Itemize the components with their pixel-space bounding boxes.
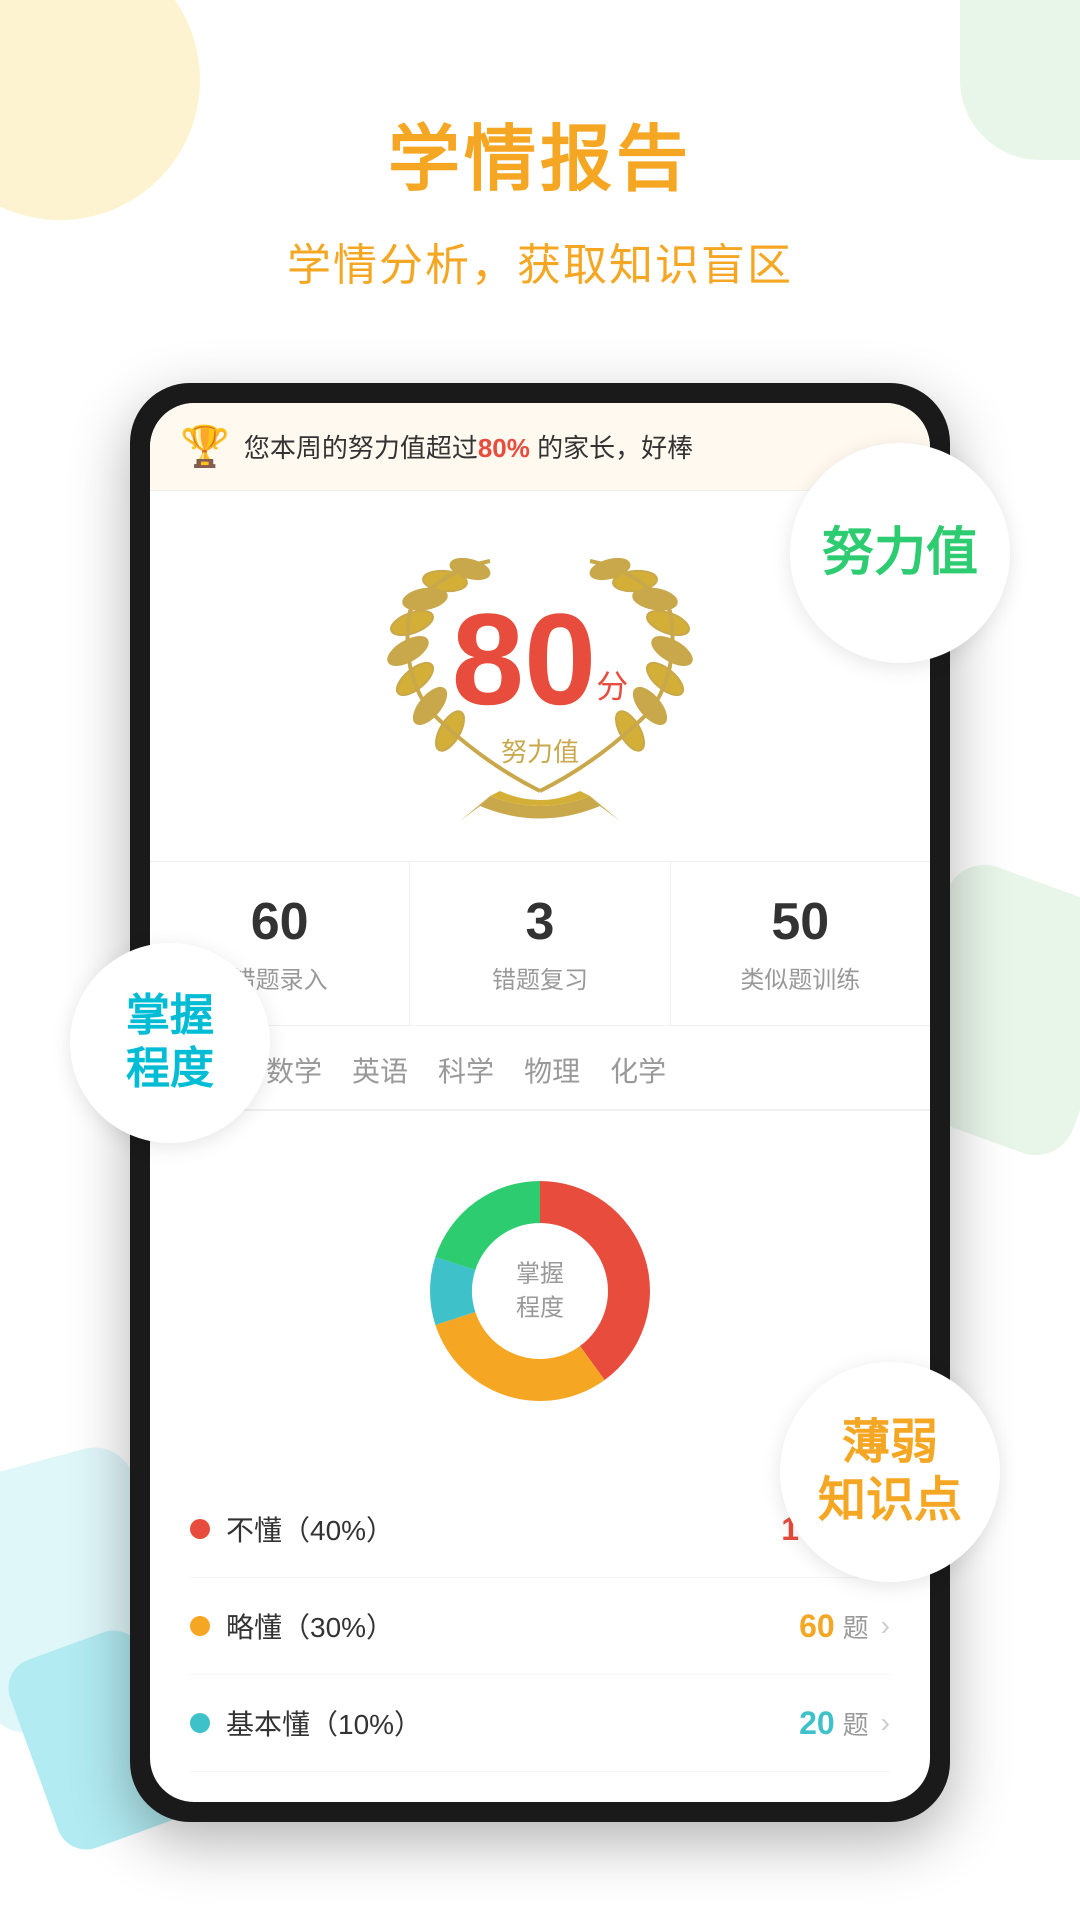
stats-row: 60错题录入3错题复习50类似题训练: [150, 861, 930, 1026]
legend-left: 不懂（40%）: [190, 1509, 394, 1549]
legend-left: 基本懂（10%）: [190, 1703, 422, 1743]
legend-item: 略懂（30%） 60 题 ›: [190, 1578, 890, 1675]
phone-container: 努力值 掌握程度 薄弱知识点 🏆 您本周的努力值超过80% 的家长，好棒: [130, 383, 950, 1822]
legend-label: 略懂（30%）: [226, 1606, 394, 1646]
legend-dot: [190, 1713, 210, 1733]
legend-right: 60 题 ›: [799, 1608, 890, 1645]
weak-label-text: 薄弱知识点: [818, 1414, 962, 1529]
page-title: 学情报告: [0, 100, 1080, 205]
legend-label: 不懂（40%）: [226, 1509, 394, 1549]
subject-tab[interactable]: 科学: [438, 1050, 494, 1109]
stat-number: 60: [160, 892, 399, 952]
legend-dot: [190, 1519, 210, 1539]
trophy-icon: 🏆: [180, 423, 230, 470]
legend-label: 基本懂（10%）: [226, 1703, 422, 1743]
subject-tab[interactable]: 数学: [266, 1050, 322, 1109]
legend-unit: 题: [843, 1705, 869, 1742]
effort-label-bubble: 努力值: [790, 443, 1010, 663]
stat-item: 3 错题复习: [410, 862, 670, 1025]
legend-unit: 题: [843, 1608, 869, 1645]
mastery-label-text: 掌握程度: [126, 990, 214, 1096]
subject-tab[interactable]: 化学: [610, 1050, 666, 1109]
notification-text: 您本周的努力值超过80% 的家长，好棒: [244, 428, 900, 465]
weak-label-bubble: 薄弱知识点: [780, 1362, 1000, 1582]
legend-item: 基本懂（10%） 20 题 ›: [190, 1675, 890, 1772]
page-subtitle: 学情分析，获取知识盲区: [0, 229, 1080, 293]
score-number: 80: [452, 586, 597, 732]
legend-right: 20 题 ›: [799, 1705, 890, 1742]
donut-chart: 掌握程度: [400, 1151, 680, 1431]
legend-count: 20: [799, 1705, 835, 1742]
notification-text-after: 的家长，好棒: [530, 433, 693, 463]
score-area: 80分: [452, 594, 629, 724]
effort-label-text: 努力值: [822, 522, 978, 584]
legend-arrow-icon: ›: [881, 1610, 890, 1642]
stat-number: 3: [420, 892, 659, 952]
score-unit: 分: [596, 668, 628, 704]
stat-label: 错题复习: [420, 960, 659, 995]
score-display: 80分 努力值: [452, 594, 629, 769]
stat-item: 50 类似题训练: [671, 862, 930, 1025]
subject-tab[interactable]: 英语: [352, 1050, 408, 1109]
legend-dot: [190, 1616, 210, 1636]
legend-count: 60: [799, 1608, 835, 1645]
notification-bar: 🏆 您本周的努力值超过80% 的家长，好棒: [150, 403, 930, 491]
notification-highlight: 80%: [478, 433, 530, 463]
stat-number: 50: [681, 892, 920, 952]
laurel-container: 80分 努力值: [350, 531, 730, 831]
mastery-label-bubble: 掌握程度: [70, 943, 270, 1143]
legend-arrow-icon: ›: [881, 1707, 890, 1739]
legend-left: 略懂（30%）: [190, 1606, 394, 1646]
header: 学情报告 学情分析，获取知识盲区: [0, 0, 1080, 323]
stat-label: 类似题训练: [681, 960, 920, 995]
notification-text-before: 您本周的努力值超过: [244, 433, 478, 463]
score-label: 努力值: [452, 732, 629, 769]
donut-center-label: 掌握程度: [516, 1257, 564, 1324]
subject-tab[interactable]: 物理: [524, 1050, 580, 1109]
